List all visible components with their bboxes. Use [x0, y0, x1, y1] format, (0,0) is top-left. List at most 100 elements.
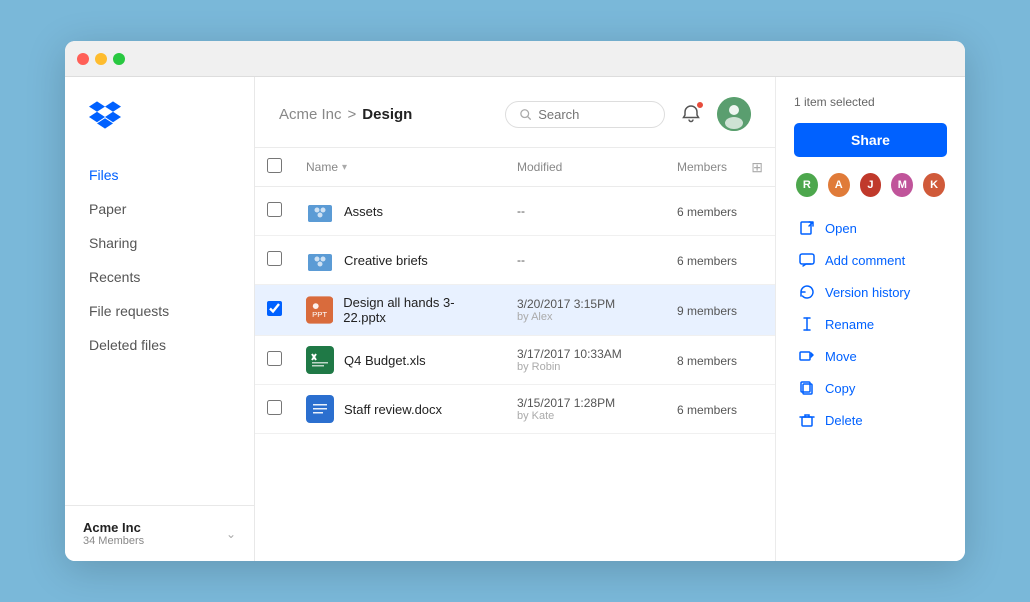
- file-table-container: Name ▾ Modified Members ⊞: [255, 148, 775, 561]
- header-right: [505, 97, 751, 131]
- file-table: Name ▾ Modified Members ⊞: [255, 148, 775, 434]
- row-checkbox-cell[interactable]: [255, 187, 294, 236]
- notification-badge: [696, 101, 704, 109]
- modified-cell: --: [505, 187, 665, 236]
- browser-titlebar: [65, 41, 965, 77]
- action-label: Delete: [825, 413, 863, 428]
- modified-cell: --: [505, 236, 665, 285]
- members-cell: 6 members: [665, 236, 775, 285]
- row-checkbox[interactable]: [267, 400, 282, 415]
- members-count: 6 members: [677, 403, 737, 417]
- modified-date: --: [517, 204, 653, 218]
- folder-icon: [306, 197, 334, 225]
- sidebar-bottom[interactable]: Acme Inc 34 Members ⌄: [65, 505, 254, 561]
- table-header-row: Name ▾ Modified Members ⊞: [255, 148, 775, 187]
- select-all-checkbox[interactable]: [267, 158, 282, 173]
- row-checkbox-cell[interactable]: [255, 385, 294, 434]
- docx-icon: [306, 395, 334, 423]
- row-checkbox[interactable]: [267, 251, 282, 266]
- search-input[interactable]: [538, 107, 650, 122]
- modified-date: 3/15/2017 1:28PM: [517, 396, 653, 410]
- right-panel: 1 item selected Share RAJMK Open Add com…: [775, 77, 965, 561]
- table-row[interactable]: Staff review.docx 3/15/2017 1:28PM by Ka…: [255, 385, 775, 434]
- member-avatar: J: [858, 171, 884, 199]
- user-avatar[interactable]: [717, 97, 751, 131]
- member-avatar: R: [794, 171, 820, 199]
- sort-arrow-icon: ▾: [342, 162, 347, 173]
- team-members-count: 34 Members: [83, 535, 144, 547]
- members-count: 8 members: [677, 354, 737, 368]
- row-checkbox[interactable]: [267, 351, 282, 366]
- members-cell: 6 members: [665, 385, 775, 434]
- sidebar-item-files[interactable]: Files: [65, 158, 254, 192]
- members-cell: 9 members: [665, 285, 775, 336]
- select-all-header[interactable]: [255, 148, 294, 187]
- modified-cell: 3/20/2017 3:15PM by Alex: [505, 285, 665, 336]
- sidebar-item-sharing[interactable]: Sharing: [65, 226, 254, 260]
- action-add-comment[interactable]: Add comment: [794, 245, 947, 275]
- dropbox-logo-icon: [89, 101, 121, 129]
- modified-by: by Kate: [517, 410, 653, 422]
- sidebar-item-deleted-files[interactable]: Deleted files: [65, 328, 254, 362]
- chevron-up-down-icon: ⌄: [226, 527, 236, 541]
- member-avatars-row: RAJMK: [794, 171, 947, 199]
- add-comment-icon: [798, 251, 816, 269]
- breadcrumb: Acme Inc > Design: [279, 106, 412, 123]
- action-delete[interactable]: Delete: [794, 405, 947, 435]
- file-row-name: PPT Design all hands 3-22.pptx: [306, 295, 493, 325]
- share-button[interactable]: Share: [794, 123, 947, 157]
- action-copy[interactable]: Copy: [794, 373, 947, 403]
- sidebar-item-file-requests[interactable]: File requests: [65, 294, 254, 328]
- delete-icon: [798, 411, 816, 429]
- search-icon: [520, 108, 531, 121]
- action-rename[interactable]: Rename: [794, 309, 947, 339]
- modified-by: by Alex: [517, 311, 653, 323]
- members-count: 6 members: [677, 205, 737, 219]
- app-body: Files Paper Sharing Recents File request…: [65, 77, 965, 561]
- grid-view-icon[interactable]: ⊞: [751, 159, 763, 176]
- file-name-text: Creative briefs: [344, 253, 428, 268]
- row-checkbox-cell[interactable]: [255, 236, 294, 285]
- table-row[interactable]: Assets -- 6 members: [255, 187, 775, 236]
- action-version-history[interactable]: Version history: [794, 277, 947, 307]
- file-row-name: Q4 Budget.xls: [306, 346, 493, 374]
- members-count: 6 members: [677, 254, 737, 268]
- action-label: Copy: [825, 381, 855, 396]
- file-row-name: Assets: [306, 197, 493, 225]
- minimize-dot[interactable]: [95, 53, 107, 65]
- browser-window: Files Paper Sharing Recents File request…: [65, 41, 965, 561]
- name-column-header[interactable]: Name ▾: [294, 148, 505, 187]
- file-name-text: Q4 Budget.xls: [344, 353, 426, 368]
- maximize-dot[interactable]: [113, 53, 125, 65]
- table-row[interactable]: Q4 Budget.xls 3/17/2017 10:33AM by Robin…: [255, 336, 775, 385]
- row-checkbox-cell[interactable]: [255, 285, 294, 336]
- breadcrumb-parent[interactable]: Acme Inc: [279, 106, 342, 123]
- notification-icon[interactable]: [677, 100, 705, 128]
- logo: [65, 101, 254, 158]
- action-label: Rename: [825, 317, 874, 332]
- move-icon: [798, 347, 816, 365]
- folder-icon: [306, 246, 334, 274]
- row-checkbox[interactable]: [267, 301, 282, 316]
- xls-icon: [306, 346, 334, 374]
- search-box[interactable]: [505, 101, 665, 128]
- sidebar-item-paper[interactable]: Paper: [65, 192, 254, 226]
- action-open[interactable]: Open: [794, 213, 947, 243]
- row-checkbox-cell[interactable]: [255, 336, 294, 385]
- pptx-icon: PPT: [306, 296, 333, 324]
- selected-info: 1 item selected: [794, 95, 947, 109]
- close-dot[interactable]: [77, 53, 89, 65]
- modified-date: 3/17/2017 10:33AM: [517, 347, 653, 361]
- main-header: Acme Inc > Design: [255, 77, 775, 148]
- table-row[interactable]: Creative briefs -- 6 members: [255, 236, 775, 285]
- members-column-header: Members ⊞: [665, 148, 775, 187]
- sidebar-item-recents[interactable]: Recents: [65, 260, 254, 294]
- action-move[interactable]: Move: [794, 341, 947, 371]
- file-name-cell: PPT Design all hands 3-22.pptx: [294, 285, 505, 336]
- modified-cell: 3/15/2017 1:28PM by Kate: [505, 385, 665, 434]
- row-checkbox[interactable]: [267, 202, 282, 217]
- modified-date: 3/20/2017 3:15PM: [517, 297, 653, 311]
- modified-cell: 3/17/2017 10:33AM by Robin: [505, 336, 665, 385]
- table-row[interactable]: PPT Design all hands 3-22.pptx 3/20/2017…: [255, 285, 775, 336]
- file-name-cell: Creative briefs: [294, 236, 505, 285]
